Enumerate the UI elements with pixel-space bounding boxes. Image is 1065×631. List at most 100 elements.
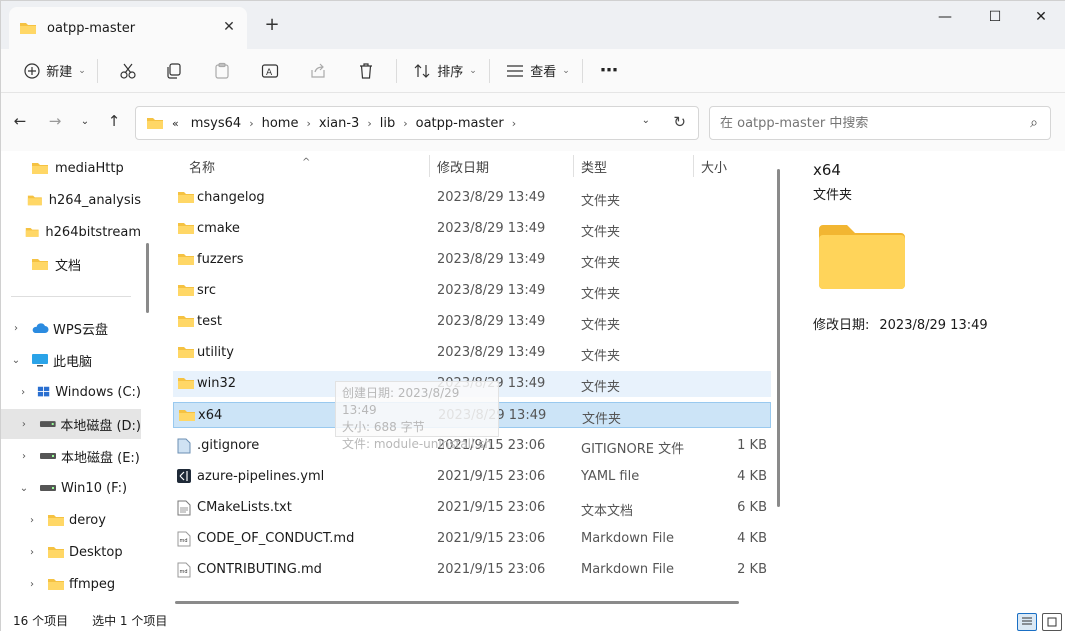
share-button[interactable] [294,55,342,87]
cut-button[interactable] [106,55,150,87]
column-header-name[interactable]: 名称 [189,157,215,176]
sidebar-item-ffmpeg[interactable]: › ffmpeg [1,569,141,599]
search-icon[interactable]: ⌕ [1030,115,1038,131]
paste-icon [215,62,229,79]
file-name: .gitignore [197,438,260,453]
file-type: 文件夹 [581,256,621,271]
sidebar-item-this-pc[interactable]: ⌄ 此电脑 [1,345,141,375]
copy-button[interactable] [150,55,198,87]
crumb-oatpp-master[interactable]: oatpp-master [416,116,504,131]
chevron-down-icon: ⌄ [562,65,570,76]
sidebar-item-desktop[interactable]: › Desktop [1,537,141,567]
close-window-button[interactable]: ✕ [1017,1,1065,33]
chevron-right-icon[interactable]: › [25,515,39,526]
back-icon[interactable]: ← [6,107,34,135]
file-date: 2023/8/29 13:49 [437,252,546,267]
chevron-right-icon[interactable]: › [367,117,371,130]
list-item[interactable]: src 2023/8/29 13:49 文件夹 [173,278,771,304]
list-item[interactable]: md CONTRIBUTING.md 2021/9/15 23:06 Markd… [173,557,771,583]
more-options-icon[interactable]: ⋯ [589,55,629,87]
address-history-chevron-icon[interactable]: ⌄ [642,115,650,126]
chevron-down-icon[interactable]: ⌄ [9,355,23,366]
svg-text:md: md [180,538,188,544]
chevron-right-icon[interactable]: › [249,117,253,130]
chevron-down-icon[interactable]: ⌄ [17,483,31,494]
chevron-right-icon[interactable]: › [17,387,29,398]
column-divider[interactable] [429,155,430,177]
file-list-vertical-scrollbar[interactable] [777,169,780,507]
sidebar-item-local-disk-d[interactable]: › 本地磁盘 (D:) [1,409,141,439]
file-name: azure-pipelines.yml [197,469,325,484]
column-header-date[interactable]: 修改日期 [437,157,489,176]
chevron-right-icon[interactable]: › [17,419,31,430]
column-divider[interactable] [573,155,574,177]
sidebar-scrollbar[interactable] [146,243,149,313]
folder-icon [178,378,194,389]
column-header-size[interactable]: 大小 [701,157,727,176]
sidebar-item-mediahttp[interactable]: mediaHttp [1,153,141,183]
file-name: changelog [197,190,265,205]
list-item[interactable]: azure-pipelines.yml 2021/9/15 23:06 YAML… [173,464,771,490]
close-tab-icon[interactable]: ✕ [219,17,239,37]
chevron-right-icon[interactable]: › [9,323,23,334]
chevron-right-icon[interactable]: › [25,547,39,558]
file-name: utility [197,345,234,360]
crumb-lib[interactable]: lib [380,116,395,131]
list-item[interactable]: utility 2023/8/29 13:49 文件夹 [173,340,771,366]
chevron-down-icon: ⌄ [78,65,86,76]
rename-button[interactable]: A [246,55,294,87]
file-date: 2021/9/15 23:06 [437,469,546,484]
new-tab-button[interactable]: + [261,13,283,35]
sort-button[interactable]: 排序 ⌄ [407,55,483,87]
up-icon[interactable]: ↑ [100,107,128,135]
column-header-type[interactable]: 类型 [581,157,607,176]
sidebar-item-h264bitstream[interactable]: h264bitstream [1,217,141,247]
folder-icon [178,347,194,358]
sidebar-item-windows-c[interactable]: › Windows (C:) [1,377,141,407]
forward-icon[interactable]: → [41,107,69,135]
list-item[interactable]: test 2023/8/29 13:49 文件夹 [173,309,771,335]
tab-oatpp-master[interactable]: oatpp-master ✕ [9,7,247,49]
search-box[interactable]: ⌕ [709,106,1051,140]
file-type: GITIGNORE 文件 [581,442,685,457]
chevron-right-icon[interactable]: › [403,117,407,130]
recent-locations-icon[interactable]: ⌄ [71,107,99,135]
refresh-icon[interactable]: ↻ [673,113,686,131]
chevron-right-icon[interactable]: › [17,451,31,462]
chevron-right-icon[interactable]: › [306,117,310,130]
list-item[interactable]: changelog 2023/8/29 13:49 文件夹 [173,185,771,211]
chevron-right-icon[interactable]: › [25,579,39,590]
list-item[interactable]: cmake 2023/8/29 13:49 文件夹 [173,216,771,242]
file-size: 4 KB [737,531,767,546]
crumb-xian-3[interactable]: xian-3 [319,116,359,131]
sidebar-item-h264-analysis[interactable]: h264_analysis [1,185,141,215]
maximize-button[interactable]: ☐ [971,1,1019,33]
file-date: 2023/8/29 13:49 [437,345,546,360]
file-list-horizontal-scrollbar[interactable] [175,601,739,604]
new-button[interactable]: 新建 ⌄ [19,55,91,87]
search-input[interactable] [720,115,1010,131]
crumb-msys64[interactable]: msys64 [191,116,241,131]
view-button[interactable]: 查看 ⌄ [500,55,576,87]
list-item[interactable]: md CODE_OF_CONDUCT.md 2021/9/15 23:06 Ma… [173,526,771,552]
paste-button[interactable] [198,55,246,87]
chevron-right-icon[interactable]: › [512,117,516,130]
details-view-icon[interactable] [1017,613,1037,631]
folder-icon [147,118,163,129]
sidebar-item-win10-f[interactable]: ⌄ Win10 (F:) [1,473,141,503]
list-item[interactable]: fuzzers 2023/8/29 13:49 文件夹 [173,247,771,273]
delete-button[interactable] [342,55,390,87]
list-item[interactable]: CMakeLists.txt 2021/9/15 23:06 文本文档 6 KB [173,495,771,521]
sidebar-item-label: ffmpeg [69,576,116,592]
overflow-crumb[interactable]: « [172,117,179,130]
tiles-view-icon[interactable] [1042,613,1062,631]
address-bar[interactable]: « msys64 › home › xian-3 › lib › oatpp-m… [135,106,699,140]
crumb-home[interactable]: home [262,116,299,131]
sidebar-item-local-disk-e[interactable]: › 本地磁盘 (E:) [1,441,141,471]
sidebar-item-deroy[interactable]: › deroy [1,505,141,535]
minimize-button[interactable]: — [921,1,969,33]
sort-ascending-icon: ^ [302,157,311,168]
column-divider[interactable] [693,155,694,177]
sidebar-item-wps-cloud[interactable]: › WPS云盘 [1,313,141,343]
sidebar-item-documents[interactable]: 文档 [1,249,141,279]
